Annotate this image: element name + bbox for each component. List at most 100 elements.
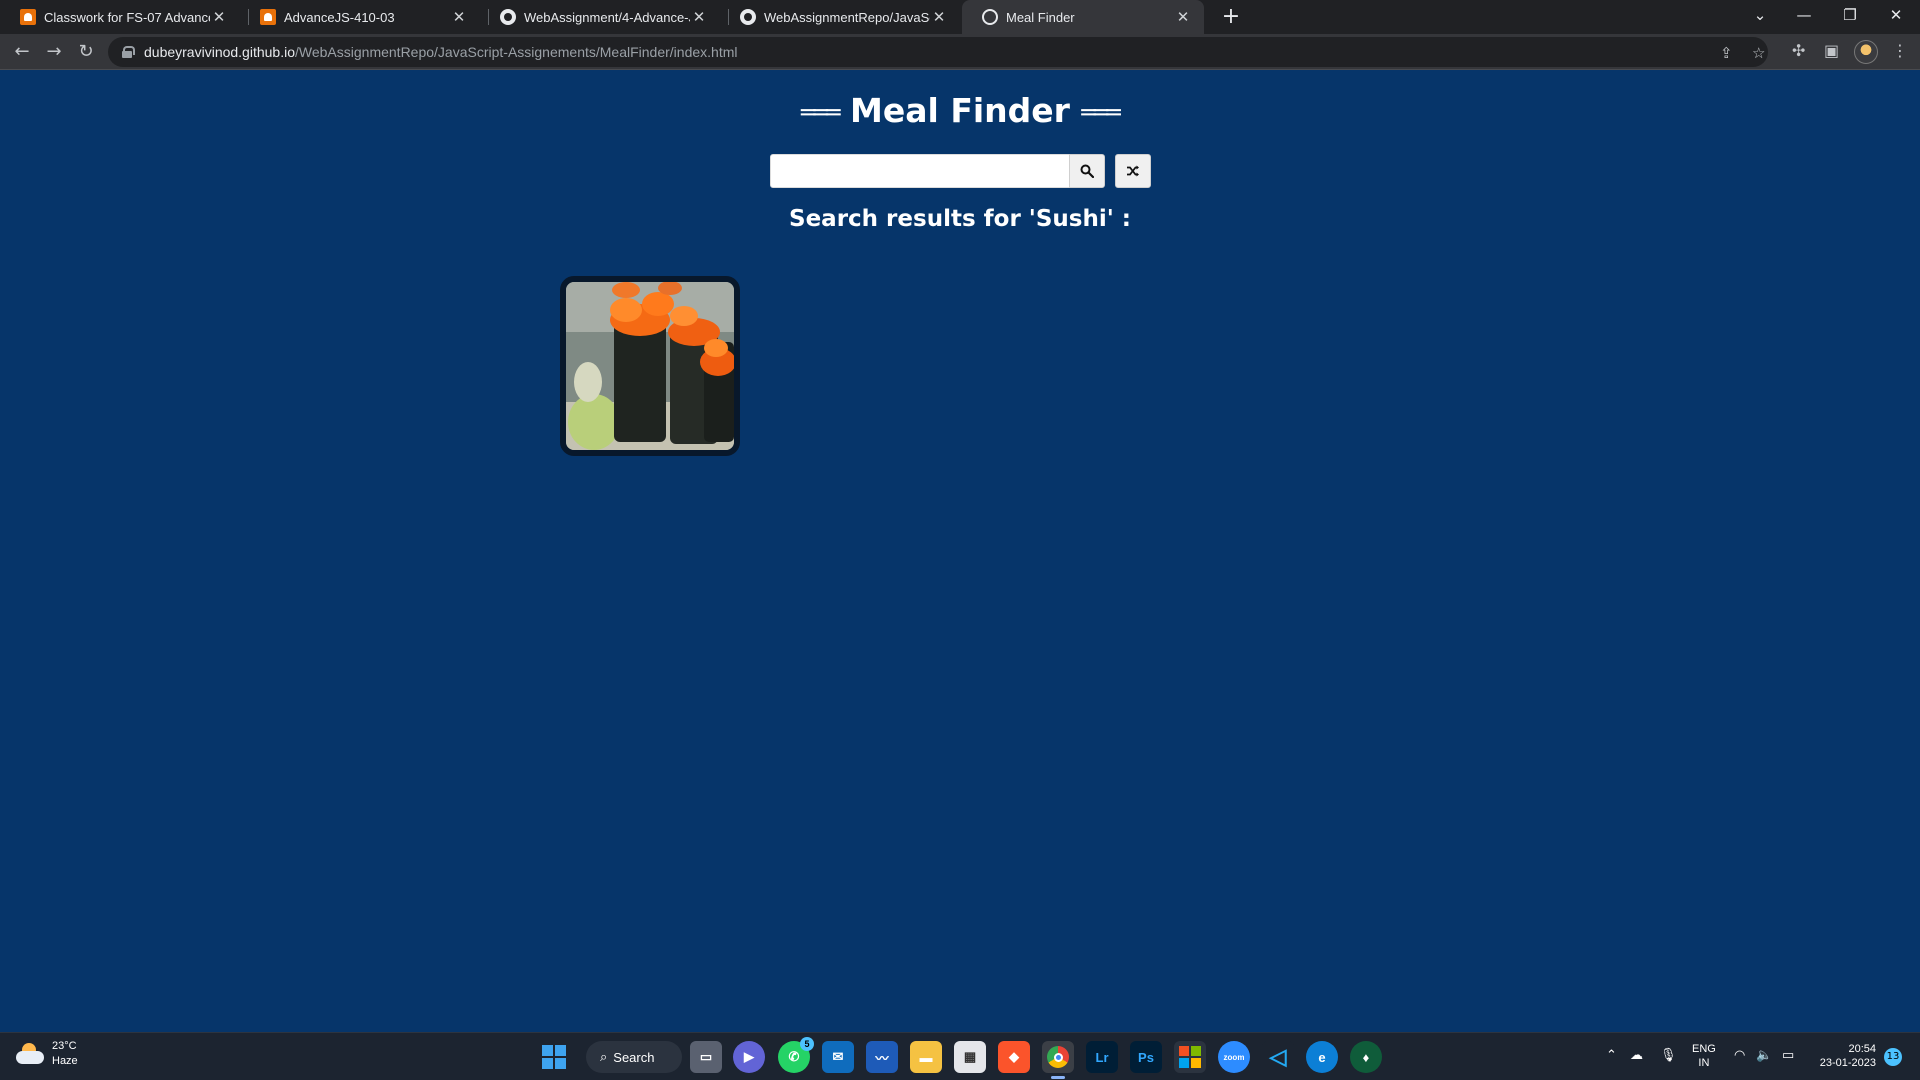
lightroom-icon[interactable]: Lr bbox=[1086, 1041, 1118, 1073]
random-meal-button[interactable] bbox=[1115, 154, 1151, 188]
language-indicator[interactable]: ENG IN bbox=[1692, 1042, 1716, 1070]
clock-time: 20:54 bbox=[1848, 1043, 1876, 1055]
start-icon-pane bbox=[542, 1045, 553, 1056]
wifi-icon[interactable]: ◠ bbox=[1734, 1047, 1745, 1063]
whatsapp-icon[interactable]: ✆ 5 bbox=[778, 1037, 814, 1073]
brave-icon[interactable]: ◆ bbox=[998, 1041, 1030, 1073]
chevron-up-icon[interactable]: ⌃ bbox=[1606, 1047, 1617, 1063]
office-logo-pane bbox=[1179, 1058, 1189, 1068]
office-logo-pane bbox=[1191, 1046, 1201, 1056]
search-icon bbox=[1080, 164, 1094, 178]
sushi-image bbox=[566, 282, 734, 450]
weather-widget[interactable]: 23°C Haze bbox=[16, 1039, 78, 1069]
volume-icon[interactable]: 🔈 bbox=[1756, 1047, 1772, 1063]
lock-icon[interactable] bbox=[122, 46, 135, 58]
github-icon bbox=[740, 9, 756, 25]
close-window-icon[interactable]: ✕ bbox=[1876, 0, 1916, 30]
chrome-icon[interactable] bbox=[1042, 1041, 1074, 1079]
list-icon: ═══ bbox=[801, 98, 840, 127]
tab-webassignmentrepo[interactable]: WebAssignmentRepo/JavaScript ✕ bbox=[720, 0, 960, 34]
notification-badge[interactable]: 13 bbox=[1884, 1048, 1902, 1066]
side-panel-icon[interactable]: ▣ bbox=[1824, 41, 1839, 60]
classroom-icon bbox=[20, 9, 36, 25]
onedrive-icon[interactable]: ☁ bbox=[1630, 1047, 1643, 1063]
vpn-icon[interactable]: ♦ bbox=[1350, 1041, 1382, 1073]
meal-card[interactable] bbox=[560, 276, 740, 456]
clock[interactable]: 20:54 23-01-2023 bbox=[1812, 1042, 1876, 1070]
chrome-logo bbox=[1047, 1046, 1069, 1068]
weather-temp: 23°C bbox=[52, 1040, 77, 1052]
close-icon[interactable]: ✕ bbox=[210, 8, 228, 26]
photoshop-icon[interactable]: Ps bbox=[1130, 1041, 1162, 1073]
url-path: /WebAssignmentRepo/JavaScript-Assignemen… bbox=[295, 44, 738, 60]
tab-title: WebAssignmentRepo/JavaScript bbox=[764, 9, 930, 25]
close-icon[interactable]: ✕ bbox=[1174, 8, 1192, 26]
browser-tab-strip: Classwork for FS-07 Advance We ✕ Advance… bbox=[0, 0, 1920, 34]
tab-title: Classwork for FS-07 Advance We bbox=[44, 9, 210, 25]
tab-advancejs[interactable]: AdvanceJS-410-03 ✕ bbox=[240, 0, 480, 34]
search-input[interactable] bbox=[770, 154, 1070, 188]
menu-icon[interactable]: ⋮ bbox=[1892, 41, 1908, 60]
share-icon[interactable]: ⇪ bbox=[1720, 44, 1733, 62]
clock-date: 23-01-2023 bbox=[1819, 1057, 1876, 1069]
shuffle-icon bbox=[1127, 165, 1139, 177]
start-icon[interactable] bbox=[542, 1045, 566, 1069]
globe-icon bbox=[982, 9, 998, 25]
zoom-icon[interactable]: zoom bbox=[1218, 1041, 1250, 1073]
results-heading: Search results for 'Sushi' : bbox=[789, 206, 1131, 232]
new-tab-button[interactable]: + bbox=[1218, 4, 1244, 30]
address-bar[interactable]: dubeyravivinod.github.io/WebAssignmentRe… bbox=[108, 37, 1768, 67]
teams-chat-icon[interactable]: ▶ bbox=[733, 1041, 765, 1073]
mail-icon[interactable]: ✉ bbox=[822, 1041, 854, 1073]
restore-icon[interactable]: ❐ bbox=[1830, 0, 1870, 30]
weather-text: 23°C Haze bbox=[52, 1039, 78, 1069]
start-icon-pane bbox=[555, 1058, 566, 1069]
weather-desc: Haze bbox=[52, 1055, 78, 1067]
vscode-icon[interactable]: ◁ bbox=[1262, 1041, 1294, 1073]
office-logo-pane bbox=[1179, 1046, 1189, 1056]
close-icon[interactable]: ✕ bbox=[450, 8, 468, 26]
minimize-icon[interactable]: — bbox=[1784, 0, 1824, 30]
whiteboard-icon[interactable]: 〰 bbox=[866, 1041, 898, 1073]
edge-icon[interactable]: e bbox=[1306, 1041, 1338, 1073]
meal-finder-page: ═══ Meal Finder ═══ Search results for '… bbox=[0, 71, 1920, 1032]
tab-meal-finder[interactable]: Meal Finder ✕ bbox=[962, 0, 1204, 34]
tab-title: Meal Finder bbox=[1006, 9, 1075, 25]
file-explorer-icon[interactable]: ▬ bbox=[910, 1041, 942, 1073]
back-icon[interactable]: ← bbox=[8, 38, 36, 66]
url-text: dubeyravivinod.github.io/WebAssignmentRe… bbox=[144, 44, 738, 60]
office-logo-pane bbox=[1191, 1058, 1201, 1068]
microphone-icon[interactable]: 🎙 bbox=[1660, 1047, 1677, 1063]
partly-cloudy-icon bbox=[16, 1043, 44, 1065]
tab-search-icon[interactable]: ⌄ bbox=[1740, 0, 1780, 30]
store-icon[interactable]: ▦ bbox=[954, 1041, 986, 1073]
office-logo bbox=[1179, 1046, 1201, 1068]
lang-line2: IN bbox=[1698, 1057, 1710, 1069]
bookmark-star-icon[interactable]: ☆ bbox=[1752, 44, 1765, 62]
close-icon[interactable]: ✕ bbox=[690, 8, 708, 26]
page-title-text: Meal Finder bbox=[850, 91, 1070, 130]
tab-classwork[interactable]: Classwork for FS-07 Advance We ✕ bbox=[0, 0, 240, 34]
classroom-icon bbox=[260, 9, 276, 25]
taskbar-search-label: Search bbox=[613, 1049, 655, 1065]
forward-icon[interactable]: → bbox=[40, 38, 68, 66]
tab-title: AdvanceJS-410-03 bbox=[284, 9, 395, 25]
office-icon[interactable] bbox=[1174, 1041, 1206, 1073]
battery-icon[interactable]: ▭ bbox=[1782, 1047, 1794, 1063]
start-icon-pane bbox=[555, 1045, 566, 1056]
extensions-icon[interactable]: ✣ bbox=[1792, 41, 1805, 60]
page-title: ═══ Meal Finder ═══ bbox=[0, 91, 1920, 130]
profile-avatar[interactable] bbox=[1854, 40, 1878, 64]
url-host: dubeyravivinod.github.io bbox=[144, 44, 295, 60]
tab-webassignment[interactable]: WebAssignment/4-Advance-JS/4 ✕ bbox=[480, 0, 720, 34]
task-view-icon[interactable]: ▭ bbox=[690, 1041, 722, 1073]
taskbar-search[interactable]: ⌕ Search bbox=[586, 1041, 682, 1073]
search-button[interactable] bbox=[1069, 154, 1105, 188]
github-icon bbox=[500, 9, 516, 25]
whatsapp-badge: 5 bbox=[800, 1037, 814, 1051]
close-icon[interactable]: ✕ bbox=[930, 8, 948, 26]
taskbar: 23°C Haze ⌕ Search ▭ ▶ ✆ 5 ✉ 〰 ▬ ▦ ◆ Lr … bbox=[0, 1032, 1920, 1080]
reload-icon[interactable]: ↻ bbox=[72, 38, 100, 66]
browser-toolbar: ← → ↻ dubeyravivinod.github.io/WebAssign… bbox=[0, 34, 1920, 70]
chrome-logo-center bbox=[1053, 1052, 1063, 1062]
